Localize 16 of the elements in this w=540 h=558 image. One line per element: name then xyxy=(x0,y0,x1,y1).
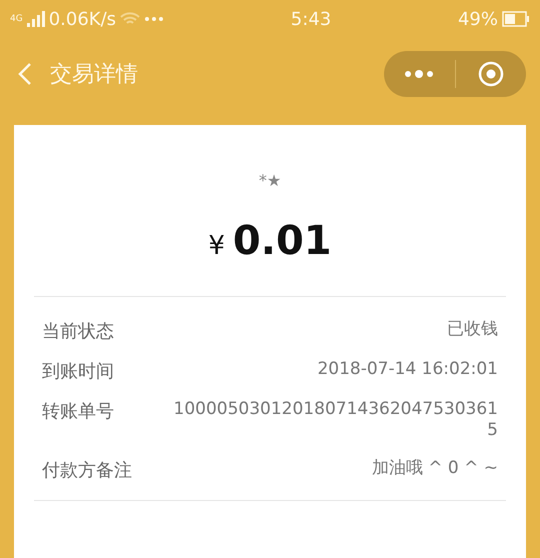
amount: 0.01 xyxy=(232,218,332,264)
detail-value: 加油哦 ^ 0 ^ ~ xyxy=(372,458,498,480)
network-label: 4G xyxy=(10,14,23,24)
payee-name: *★ xyxy=(258,171,282,190)
clock: 5:43 xyxy=(290,8,332,30)
detail-label: 到账时间 xyxy=(42,360,114,383)
detail-value: 1000050301201807143620475303615 xyxy=(172,399,498,442)
battery-percent: 49% xyxy=(458,8,498,30)
detail-label: 付款方备注 xyxy=(42,458,132,482)
detail-label: 当前状态 xyxy=(42,320,114,343)
network-speed: 0.06K/s xyxy=(48,8,116,30)
detail-value: 2018-07-14 16:02:01 xyxy=(317,359,498,381)
detail-value: 已收钱 xyxy=(447,319,498,341)
page-title: 交易详情 xyxy=(50,61,138,89)
detail-label: 转账单号 xyxy=(42,400,114,424)
currency-symbol: ¥ xyxy=(208,231,225,261)
